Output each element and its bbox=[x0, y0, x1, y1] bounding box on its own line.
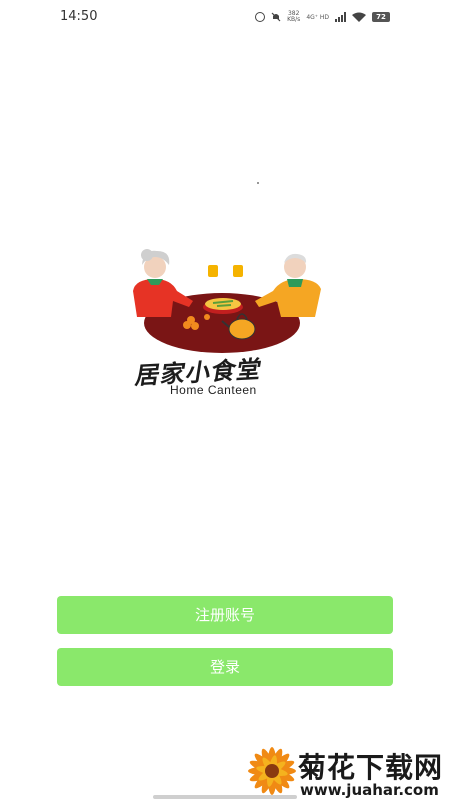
watermark: 菊花下载网 www.juahar.com bbox=[244, 743, 450, 800]
brand-title-en: Home Canteen bbox=[170, 383, 257, 397]
dot-mark bbox=[257, 182, 259, 184]
battery-icon: 72 bbox=[372, 12, 390, 22]
network-type: 4G⁺ HD bbox=[306, 13, 329, 21]
net-speed-unit: KB/s bbox=[287, 16, 301, 23]
login-button[interactable]: 登录 bbox=[57, 648, 393, 686]
status-bar: 14:50 382 KB/s 4G⁺ HD 72 bbox=[0, 0, 450, 34]
status-icons: 382 KB/s 4G⁺ HD 72 bbox=[255, 10, 390, 24]
status-time: 14:50 bbox=[60, 9, 98, 24]
watermark-url: www.juahar.com bbox=[300, 781, 439, 799]
mute-icon bbox=[271, 12, 281, 22]
register-button[interactable]: 注册账号 bbox=[57, 596, 393, 634]
alarm-icon bbox=[255, 12, 266, 22]
watermark-title: 菊花下载网 bbox=[298, 751, 444, 784]
flower-logo-icon bbox=[248, 747, 296, 795]
home-indicator[interactable] bbox=[153, 795, 297, 799]
net-speed: 382 KB/s bbox=[287, 11, 300, 23]
signal-icon bbox=[335, 12, 346, 22]
wifi-icon bbox=[352, 12, 366, 22]
